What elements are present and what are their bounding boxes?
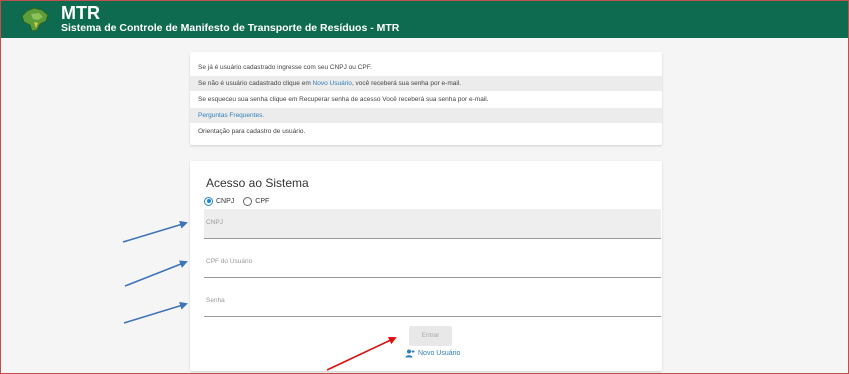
annotation-arrow-cpf-usuario bbox=[124, 260, 188, 287]
annotation-arrow-enter bbox=[326, 336, 397, 371]
annotation-arrow-cnpj bbox=[122, 220, 188, 243]
annotation-arrow-password bbox=[123, 301, 188, 324]
annotation-arrows bbox=[122, 220, 397, 371]
